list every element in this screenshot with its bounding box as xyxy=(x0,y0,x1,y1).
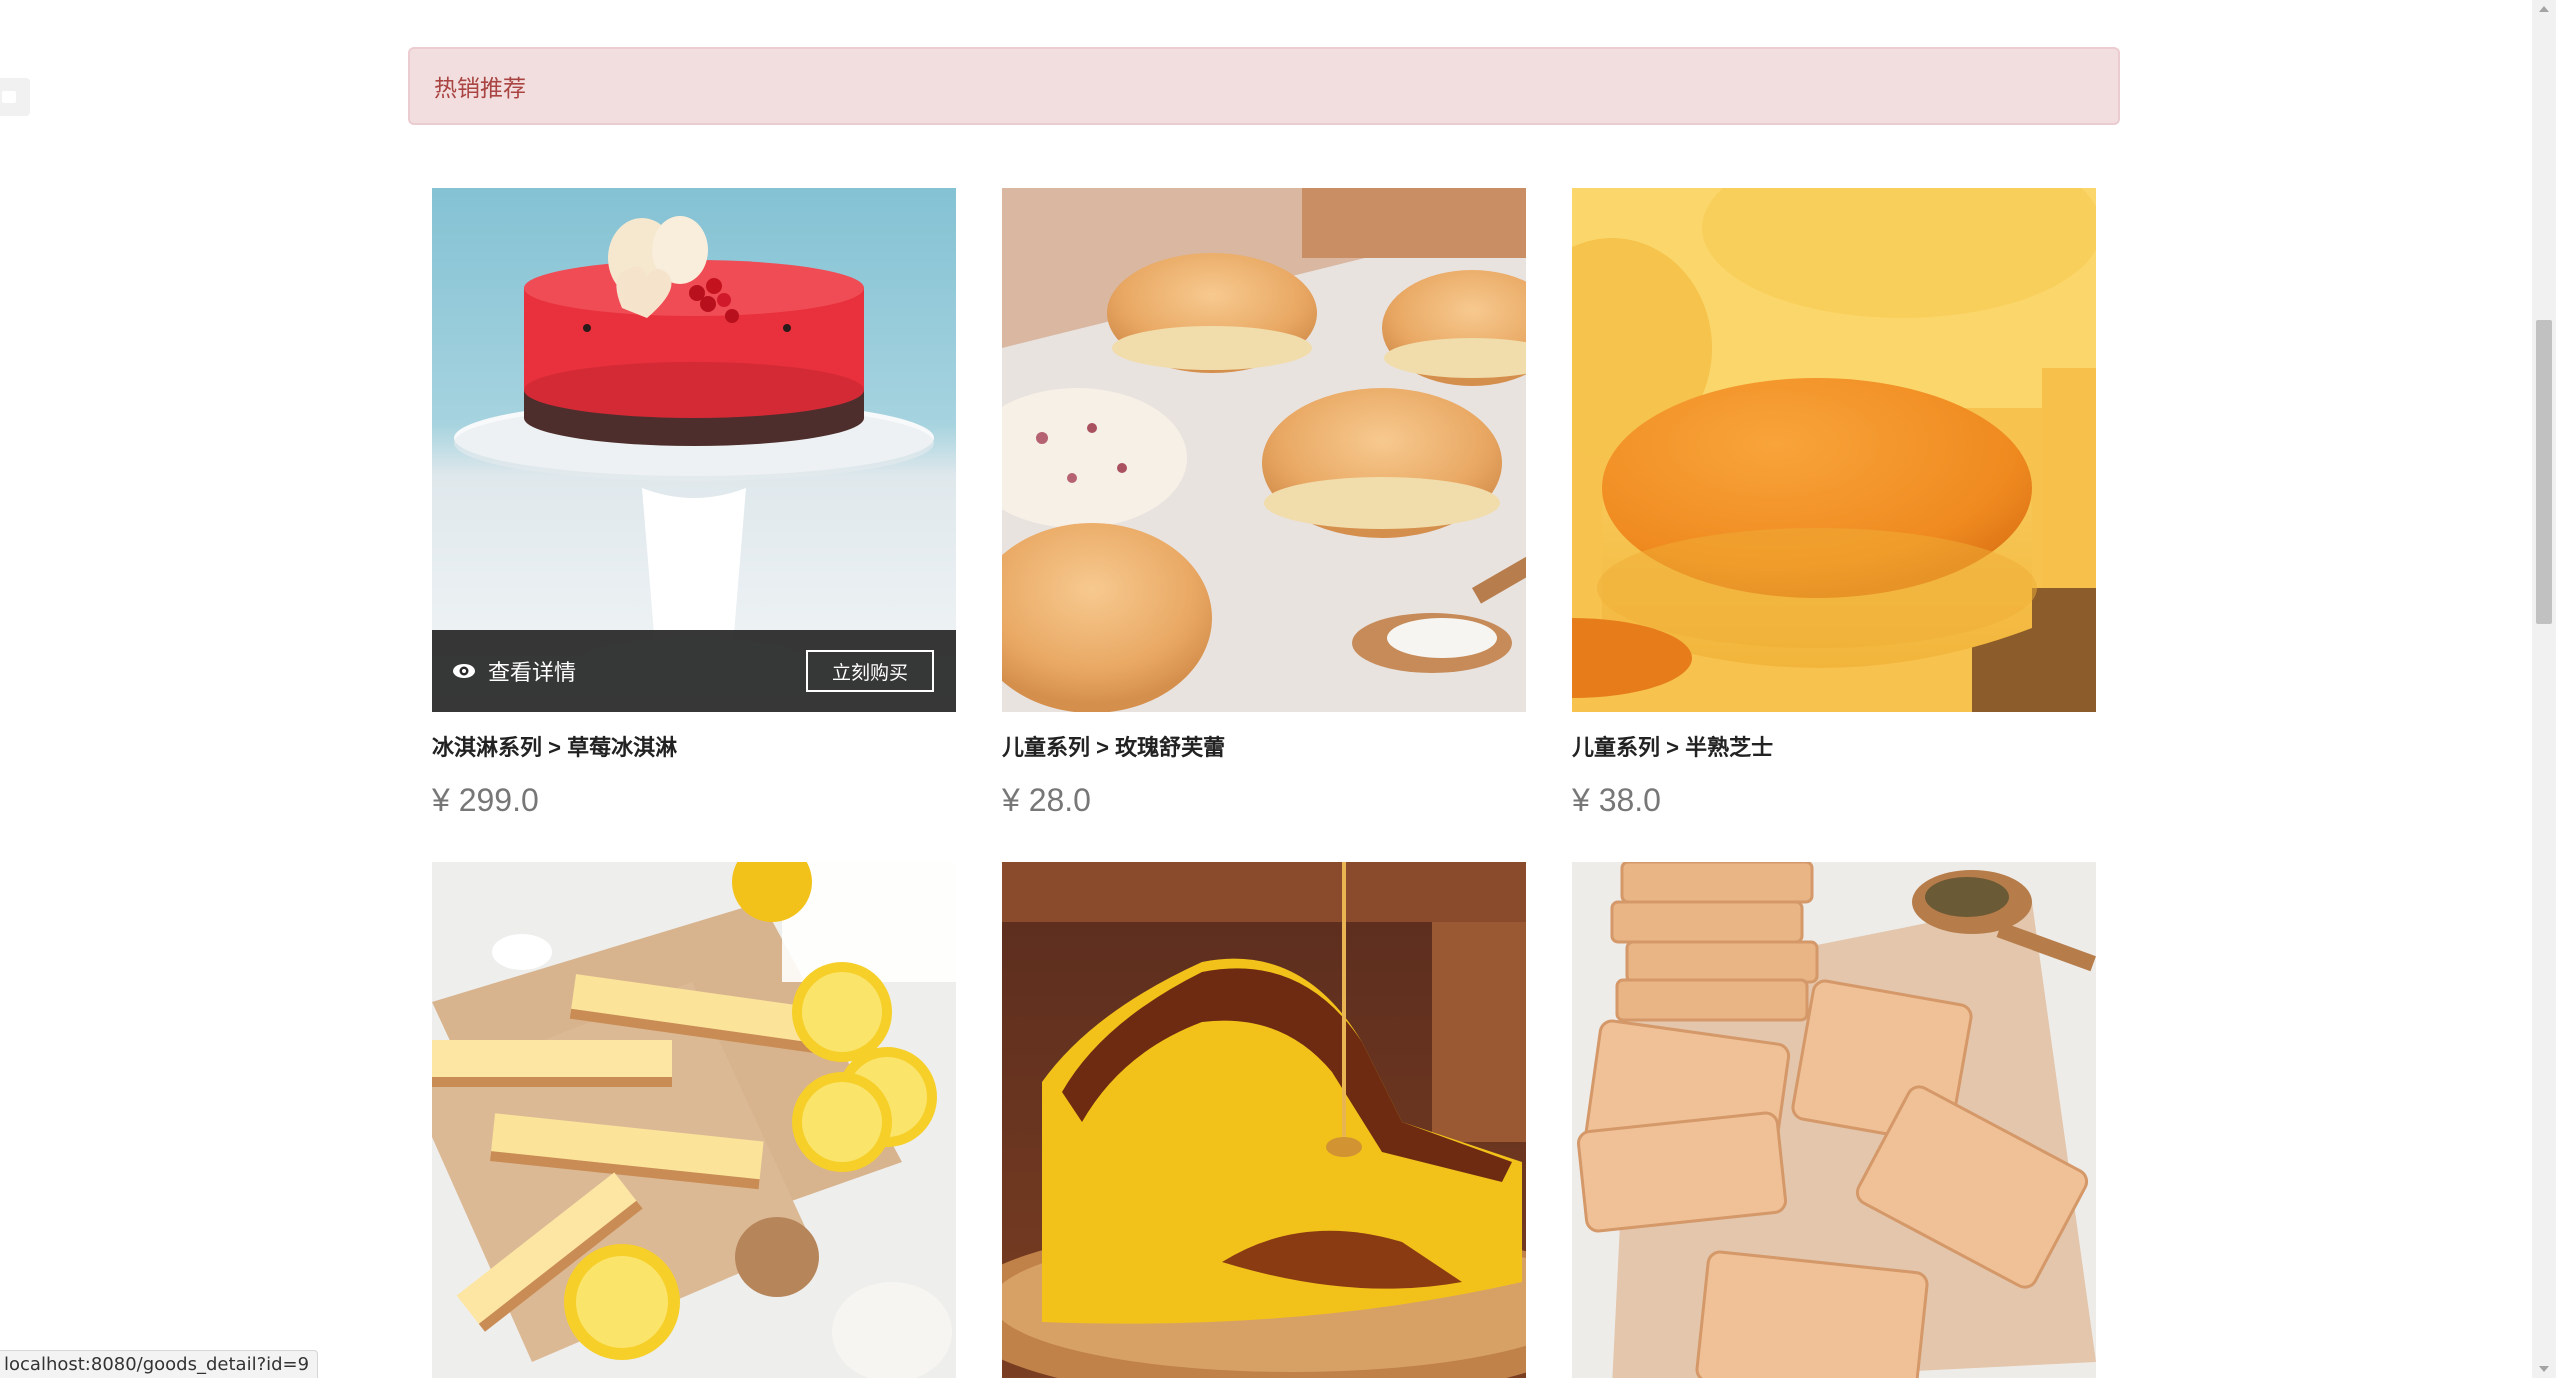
buy-now-button[interactable]: 立刻购买 xyxy=(806,650,934,692)
product-image[interactable] xyxy=(1002,862,1526,1378)
product-image[interactable] xyxy=(1572,188,2096,712)
section-header: 热销推荐 xyxy=(408,47,2120,125)
product-image[interactable]: 查看详情 立刻购买 xyxy=(432,188,956,712)
sesame-crackers-image xyxy=(1572,862,2096,1378)
product-image[interactable] xyxy=(1572,862,2096,1378)
scrollbar-thumb[interactable] xyxy=(2536,320,2552,624)
view-detail-link[interactable]: 查看详情 xyxy=(452,655,576,687)
product-card[interactable]: 儿童系列 > 玫瑰舒芙蕾 ¥ 28.0 xyxy=(1002,188,1526,818)
product-card[interactable] xyxy=(1002,862,1526,1378)
product-card[interactable] xyxy=(1572,862,2096,1378)
page: 热销推荐 查看详情 立刻购买 冰淇淋系列 > 草莓冰淇淋 ¥ 299.0 儿童系… xyxy=(0,0,2556,1378)
view-detail-label: 查看详情 xyxy=(488,660,577,685)
product-image[interactable] xyxy=(432,862,956,1378)
side-toggle-widget[interactable] xyxy=(0,78,30,116)
status-url-bar: localhost:8080/goods_detail?id=9 xyxy=(0,1350,319,1378)
product-image[interactable] xyxy=(1002,188,1526,712)
souffle-image xyxy=(1002,188,1526,712)
section-title: 热销推荐 xyxy=(434,75,526,101)
scroll-down-arrow-icon[interactable] xyxy=(2539,1366,2549,1372)
product-price: ¥ 38.0 xyxy=(1572,782,1661,818)
cheese-tart-image xyxy=(1572,188,2096,712)
eye-icon xyxy=(453,664,475,678)
product-card[interactable]: 儿童系列 > 半熟芝士 ¥ 38.0 xyxy=(1572,188,2096,818)
product-hover-overlay: 查看详情 立刻购买 xyxy=(432,630,956,712)
lemon-cheese-bars-image xyxy=(432,862,956,1378)
product-price: ¥ 299.0 xyxy=(432,782,539,818)
side-toggle-icon xyxy=(2,91,16,103)
product-price: ¥ 28.0 xyxy=(1002,782,1091,818)
product-card[interactable]: 查看详情 立刻购买 冰淇淋系列 > 草莓冰淇淋 ¥ 299.0 xyxy=(432,188,956,818)
scroll-up-arrow-icon[interactable] xyxy=(2539,6,2549,12)
product-name[interactable]: 儿童系列 > 玫瑰舒芙蕾 xyxy=(1002,734,1526,762)
product-card[interactable] xyxy=(432,862,956,1378)
product-name[interactable]: 儿童系列 > 半熟芝士 xyxy=(1572,734,2096,762)
caramel-sponge-cake-image xyxy=(1002,862,1526,1378)
vertical-scrollbar[interactable] xyxy=(2532,0,2556,1378)
product-name[interactable]: 冰淇淋系列 > 草莓冰淇淋 xyxy=(432,734,956,762)
